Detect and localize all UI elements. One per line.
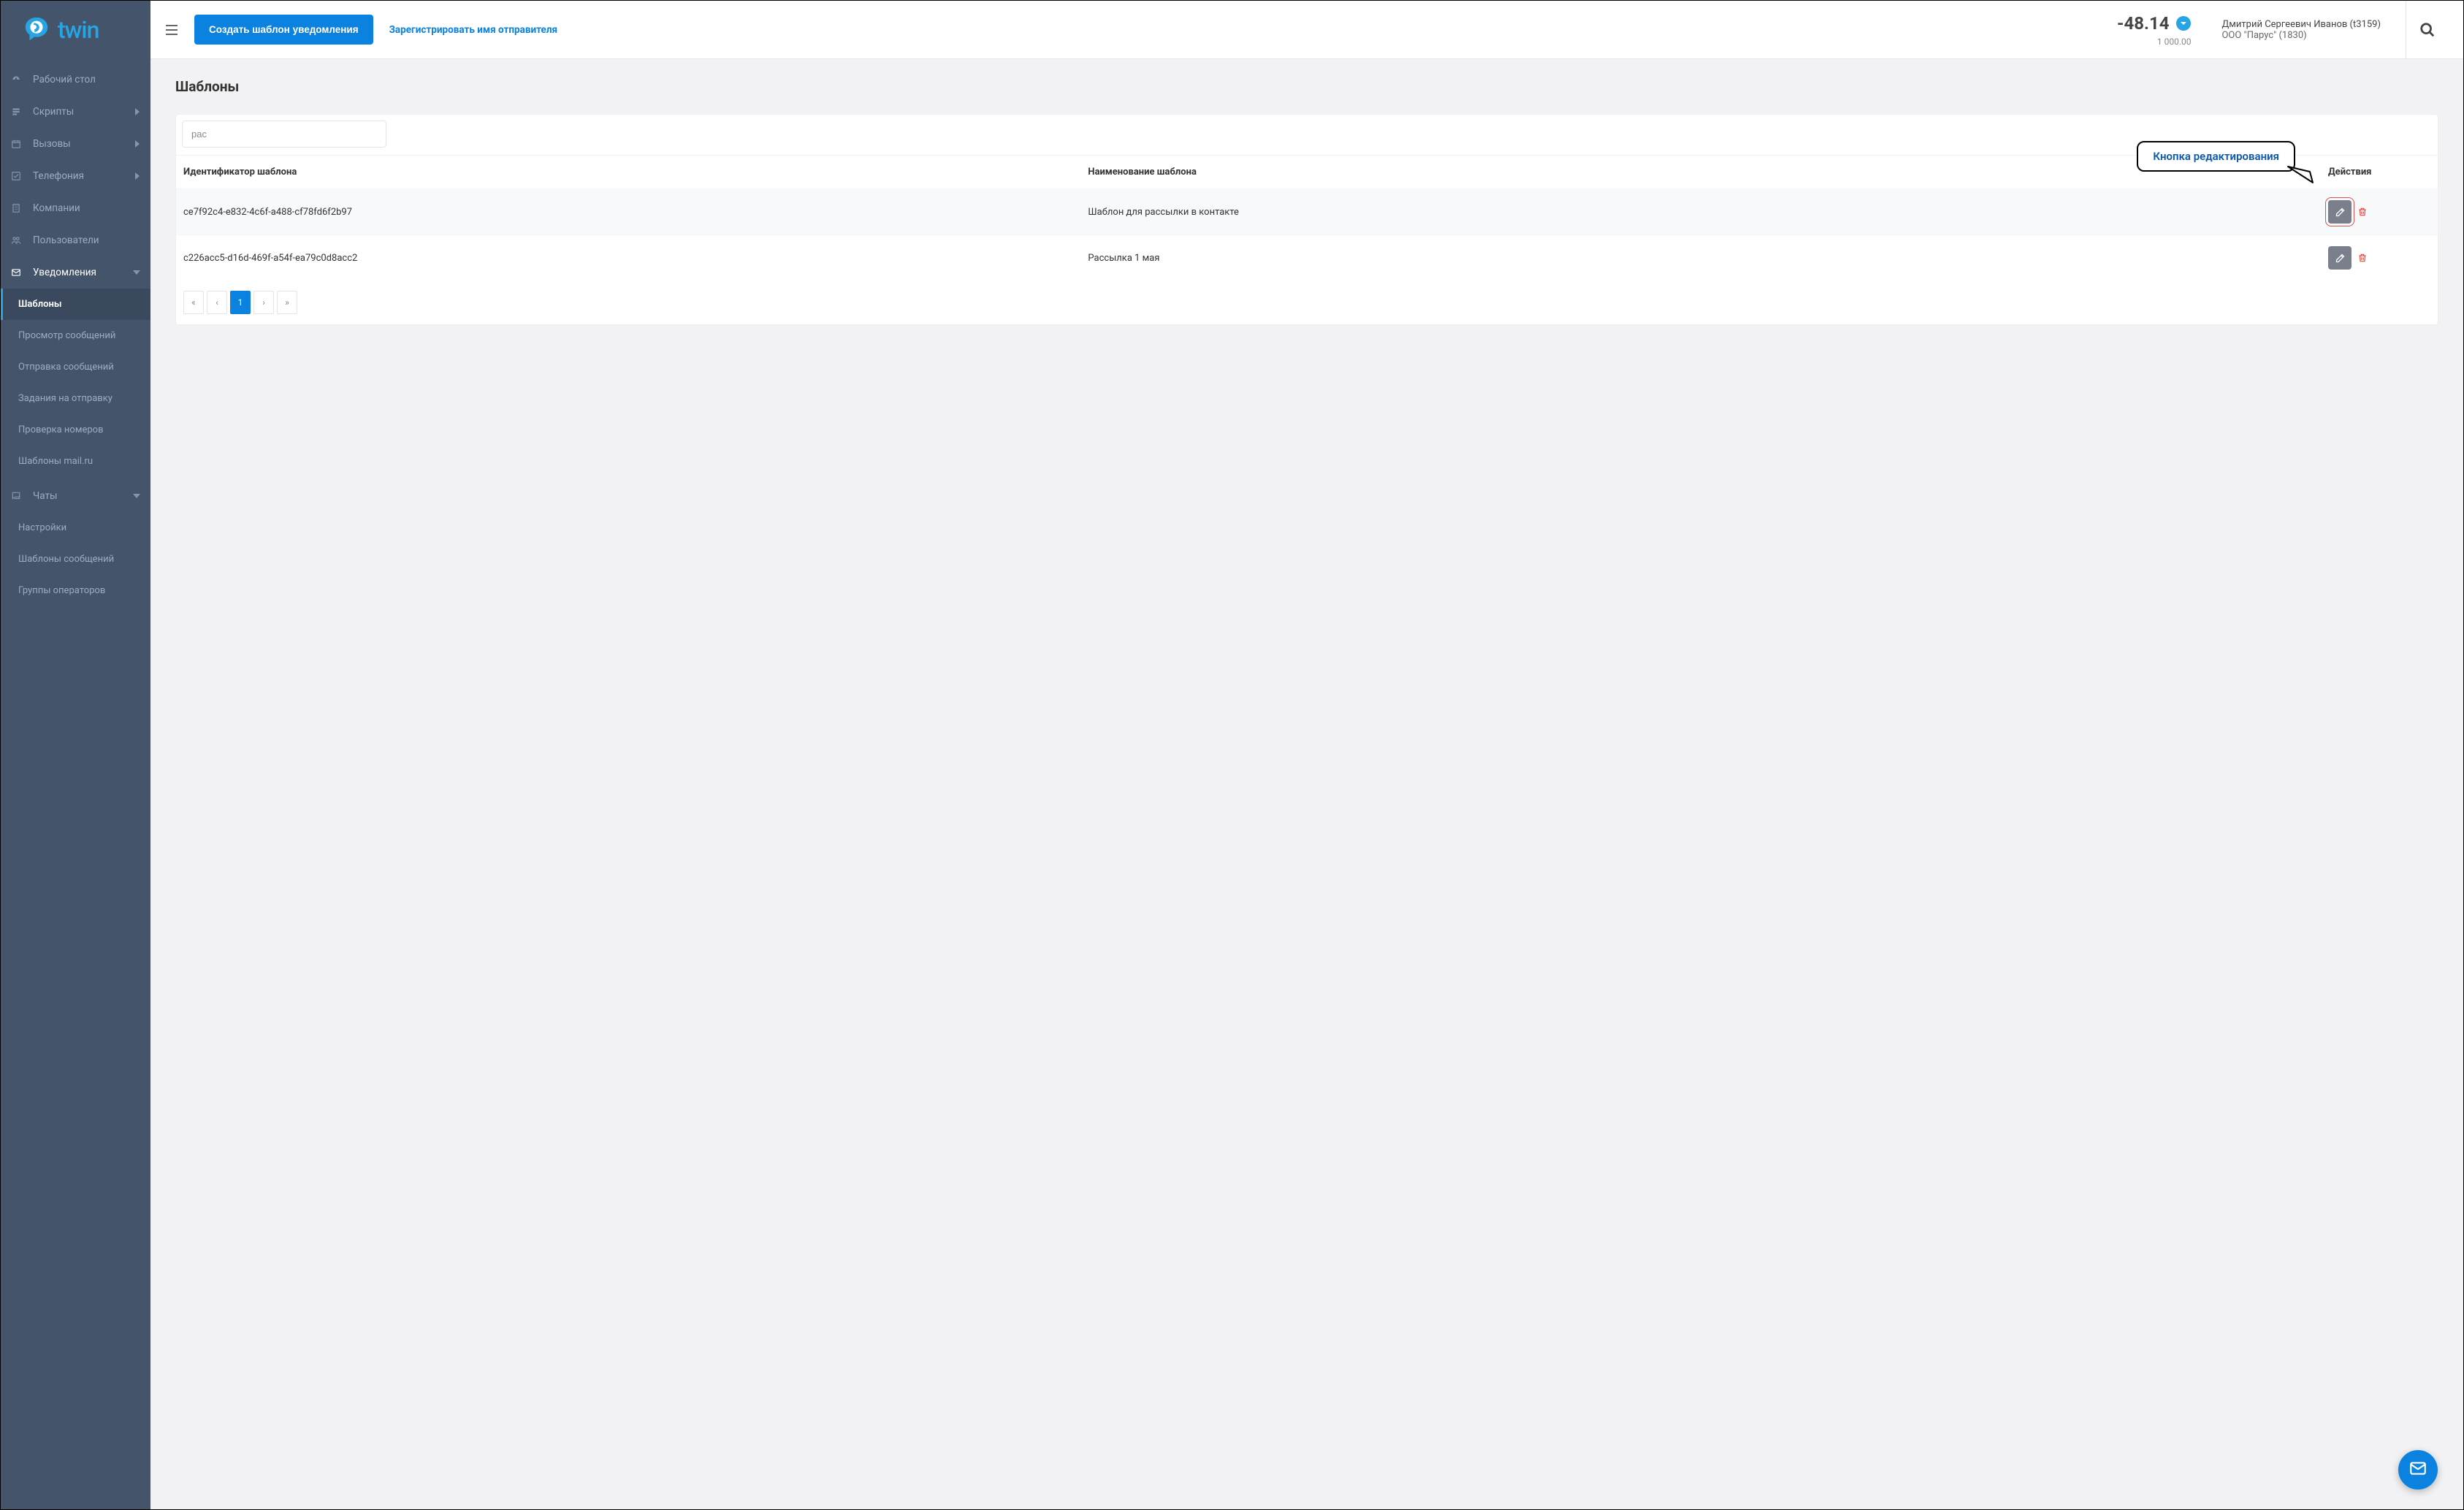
topbar: Создать шаблон уведомления Зарегистриров…	[150, 1, 2463, 59]
users-icon	[11, 235, 33, 245]
sidebar-item-calls[interactable]: Вызовы	[1, 128, 150, 160]
sidebar-item-users[interactable]: Пользователи	[1, 224, 150, 256]
create-template-button[interactable]: Создать шаблон уведомления	[194, 15, 373, 45]
page-last[interactable]: »	[277, 291, 297, 314]
register-sender-link[interactable]: Зарегистрировать имя отправителя	[389, 24, 557, 36]
cell-template-name: Шаблон для рассылки в контакте	[1080, 189, 2321, 235]
sidebar-subitem-settings[interactable]: Настройки	[1, 512, 150, 544]
sidebar-subitem-number-check[interactable]: Проверка номеров	[1, 414, 150, 446]
edit-button[interactable]	[2328, 200, 2352, 224]
sidebar-subitem-templates[interactable]: Шаблоны	[1, 289, 150, 320]
user-name: Дмитрий Сергеевич Иванов (t3159)	[2221, 19, 2381, 30]
sidebar-item-label: Телефония	[33, 170, 134, 182]
user-block[interactable]: Дмитрий Сергеевич Иванов (t3159) ООО "Па…	[2221, 19, 2381, 41]
sidebar-subitem-messages-view[interactable]: Просмотр сообщений	[1, 320, 150, 351]
logo-text: twin	[58, 16, 99, 44]
main-content: Создать шаблон уведомления Зарегистриров…	[150, 1, 2463, 1509]
chevron-down-icon	[133, 270, 140, 275]
balance-sub-value: 1 000.00	[2117, 37, 2192, 47]
sidebar-subnav-chats: Настройки Шаблоны сообщений Группы опера…	[1, 512, 150, 609]
menu-toggle-icon[interactable]	[165, 24, 178, 36]
sidebar-item-label: Задания на отправку	[18, 393, 140, 404]
sidebar-subitem-messages-send[interactable]: Отправка сообщений	[1, 351, 150, 383]
chevron-right-icon	[134, 108, 140, 115]
chevron-right-icon	[134, 172, 140, 180]
building-icon	[11, 203, 33, 213]
col-header-id[interactable]: Идентификатор шаблона	[176, 156, 1080, 189]
compose-fab[interactable]	[2398, 1450, 2438, 1490]
cell-template-name: Рассылка 1 мая	[1080, 235, 2321, 281]
annotation-callout: Кнопка редактирования	[2137, 141, 2295, 172]
sidebar-item-label: Проверка номеров	[18, 424, 140, 435]
sidebar-item-label: Группы операторов	[18, 585, 140, 596]
col-header-name[interactable]: Наименование шаблона	[1080, 156, 2321, 189]
chevron-right-icon	[134, 140, 140, 148]
sidebar-item-label: Рабочий стол	[33, 74, 140, 85]
balance-value: -48.14	[2117, 13, 2170, 34]
sidebar-subnav-notifications: Шаблоны Просмотр сообщений Отправка сооб…	[1, 289, 150, 480]
table-row: ce7f92c4-e832-4c6f-a488-cf78fd6f2b97 Шаб…	[176, 189, 2438, 235]
sidebar-item-label: Пользователи	[33, 234, 140, 246]
sidebar-item-scripts[interactable]: Скрипты	[1, 96, 150, 128]
sidebar-item-label: Шаблоны сообщений	[18, 554, 140, 565]
callout-pointer-icon	[2288, 166, 2317, 188]
sidebar-item-dashboard[interactable]: Рабочий стол	[1, 64, 150, 96]
sidebar-item-label: Скрипты	[33, 106, 134, 118]
search-icon	[2419, 22, 2436, 38]
logo[interactable]: twin	[1, 1, 150, 59]
nav-main: Рабочий стол Скрипты Вызовы Телефония Ко…	[1, 59, 150, 614]
page-title: Шаблоны	[175, 78, 2438, 95]
col-header-actions: Действия	[2321, 156, 2438, 189]
delete-button[interactable]	[2357, 206, 2368, 218]
checkbox-icon	[11, 171, 33, 181]
sidebar-item-label: Шаблоны mail.ru	[18, 456, 140, 467]
sidebar-item-label: Настройки	[18, 522, 140, 533]
calendar-icon	[11, 139, 33, 149]
sidebar-item-companies[interactable]: Компании	[1, 192, 150, 224]
page-content: Шаблоны Идентификатор шаблона Наименован…	[150, 59, 2463, 344]
page-next[interactable]: ›	[253, 291, 274, 314]
sidebar-subitem-mailru-templates[interactable]: Шаблоны mail.ru	[1, 446, 150, 477]
sidebar-item-label: Уведомления	[33, 267, 133, 278]
sidebar-subitem-operator-groups[interactable]: Группы операторов	[1, 575, 150, 606]
sidebar-item-label: Вызовы	[33, 138, 134, 150]
logo-icon	[23, 15, 52, 45]
envelope-icon	[11, 267, 33, 278]
sidebar-item-telephony[interactable]: Телефония	[1, 160, 150, 192]
pagination: « ‹ 1 › »	[176, 281, 2438, 324]
script-icon	[11, 107, 33, 117]
chat-icon	[11, 491, 33, 501]
sidebar-subitem-message-templates[interactable]: Шаблоны сообщений	[1, 544, 150, 575]
sidebar-subitem-send-tasks[interactable]: Задания на отправку	[1, 383, 150, 414]
page-prev[interactable]: ‹	[207, 291, 227, 314]
sidebar-item-notifications[interactable]: Уведомления	[1, 256, 150, 289]
cell-template-id: c226acc5-d16d-469f-a54f-ea79c0d8acc2	[176, 235, 1080, 281]
balance-block: -48.14 1 000.00	[2117, 13, 2192, 47]
sidebar-item-label: Компании	[33, 202, 140, 214]
global-search-button[interactable]	[2406, 1, 2449, 58]
sidebar-item-label: Шаблоны	[18, 299, 140, 310]
delete-button[interactable]	[2357, 252, 2368, 264]
templates-table: Идентификатор шаблона Наименование шабло…	[176, 155, 2438, 281]
gauge-icon	[11, 75, 33, 85]
sidebar: twin Рабочий стол Скрипты Вызовы Телефон…	[1, 1, 150, 1509]
cell-template-id: ce7f92c4-e832-4c6f-a488-cf78fd6f2b97	[176, 189, 1080, 235]
templates-panel: Идентификатор шаблона Наименование шабло…	[175, 114, 2438, 325]
filter-input[interactable]	[182, 121, 386, 148]
balance-toggle-icon[interactable]	[2176, 16, 2191, 31]
edit-button[interactable]	[2328, 246, 2352, 270]
chevron-down-icon	[133, 493, 140, 499]
page-current[interactable]: 1	[230, 291, 251, 314]
page-first[interactable]: «	[183, 291, 204, 314]
sidebar-item-label: Просмотр сообщений	[18, 330, 140, 341]
mail-icon	[2408, 1459, 2427, 1481]
callout-text: Кнопка редактирования	[2153, 150, 2279, 163]
user-company: ООО "Парус" (1830)	[2221, 30, 2381, 41]
sidebar-item-label: Чаты	[33, 490, 133, 502]
sidebar-item-label: Отправка сообщений	[18, 362, 140, 373]
table-row: c226acc5-d16d-469f-a54f-ea79c0d8acc2 Рас…	[176, 235, 2438, 281]
sidebar-item-chats[interactable]: Чаты	[1, 480, 150, 512]
